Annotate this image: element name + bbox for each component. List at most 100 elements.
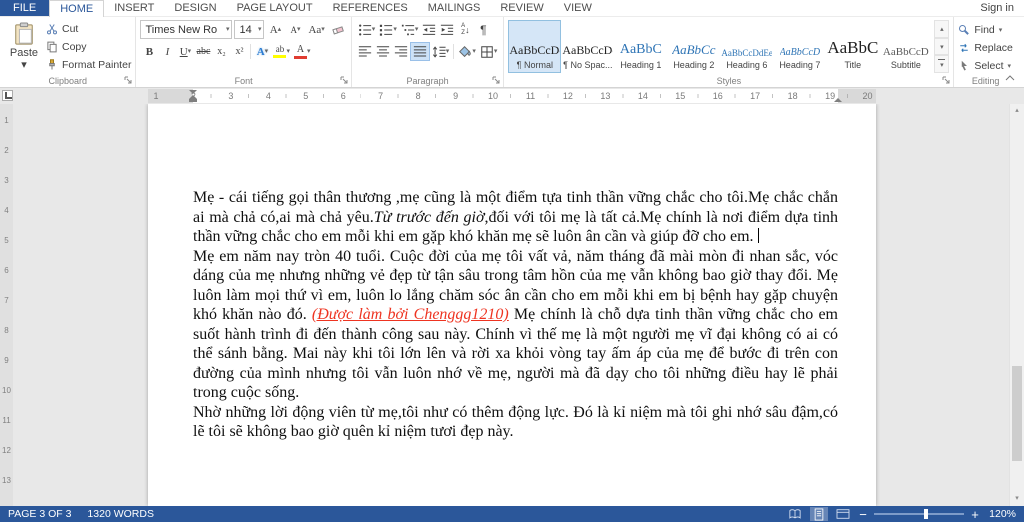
underline-button[interactable]: U ▾ [176, 42, 194, 61]
paragraph-group-label: Paragraph [406, 76, 449, 86]
format-painter-button[interactable]: Format Painter [46, 56, 131, 73]
shrink-font-button[interactable]: A ▾ [286, 20, 304, 39]
read-mode-icon [789, 509, 801, 519]
cut-button[interactable]: Cut [46, 20, 131, 37]
left-indent-marker[interactable] [189, 99, 197, 102]
zoom-in-button[interactable]: + [970, 508, 980, 521]
line-spacing-icon [432, 45, 446, 59]
styles-more-button[interactable]: ▾ [934, 55, 950, 74]
style-item-heading-2[interactable]: AaBbCc Heading 2 [667, 20, 720, 73]
page-indicator[interactable]: PAGE 3 OF 3 [8, 508, 71, 520]
dialog-launcher-icon [340, 76, 348, 84]
copy-button[interactable]: Copy [46, 38, 131, 55]
replace-button[interactable]: Replace [958, 40, 1013, 56]
scrollbar-thumb[interactable] [1012, 366, 1022, 461]
italic-button[interactable]: I [158, 42, 176, 61]
align-center-button[interactable] [374, 42, 392, 61]
clipboard-dialog-launcher[interactable] [124, 76, 133, 85]
clear-formatting-button[interactable] [329, 20, 347, 39]
text-effects-button[interactable]: A ▾ [253, 42, 271, 61]
underline-caret: ▾ [187, 47, 192, 55]
style-item-subtitle[interactable]: AaBbCcD Subtitle [879, 20, 932, 73]
align-right-button[interactable] [392, 42, 410, 61]
ruler-number: 10 [2, 386, 11, 395]
multilevel-list-button[interactable]: ▾ [399, 20, 421, 39]
document-page[interactable]: Mẹ - cái tiếng gọi thân thương ,mẹ cũng … [148, 104, 876, 506]
styles-scroll-down-button[interactable]: ▾ [934, 37, 950, 56]
collapse-ribbon-button[interactable] [1002, 72, 1018, 84]
tab-stop-selector[interactable] [2, 90, 13, 101]
numbering-button[interactable]: ▾ [377, 20, 399, 39]
tab-strip: FILE HOME INSERT DESIGN PAGE LAYOUT REFERENCE… [0, 0, 602, 17]
tab-review[interactable]: REVIEW [490, 0, 553, 16]
subscript-button[interactable]: x₂ [212, 42, 230, 61]
style-label: ¶ Normal [516, 60, 554, 70]
show-formatting-marks-button[interactable]: ¶ [474, 20, 492, 39]
tab-insert[interactable]: INSERT [104, 0, 164, 16]
paste-button[interactable]: Paste ▾ [4, 20, 44, 74]
font-size-combo[interactable]: 14 ▾ [234, 20, 265, 39]
style-item-normal[interactable]: AaBbCcDc ¶ Normal [508, 20, 562, 73]
line-spacing-button[interactable]: ▾ [430, 42, 452, 61]
format-painter-label: Format Painter [62, 58, 132, 71]
style-preview: AaBbCcDdEe [721, 48, 773, 58]
styles-dialog-launcher[interactable] [942, 76, 951, 85]
paragraph-dialog-launcher[interactable] [492, 76, 501, 85]
text-highlight-button[interactable]: ab ▾ [271, 42, 292, 61]
style-label: Heading 2 [673, 60, 715, 70]
styles-more-icon: ▾ [940, 62, 944, 70]
zoom-level[interactable]: 120% [986, 508, 1016, 520]
sign-in[interactable]: Sign in [980, 0, 1014, 16]
zoom-slider-thumb[interactable] [923, 509, 928, 519]
style-item-no-spac[interactable]: AaBbCcDc ¶ No Spac... [561, 20, 614, 73]
style-preview: AaBbC [827, 38, 879, 57]
borders-caret: ▾ [493, 48, 498, 55]
right-indent-marker[interactable] [834, 98, 842, 102]
style-item-heading-1[interactable]: AaBbC Heading 1 [614, 20, 667, 73]
chevron-up-icon [1005, 75, 1015, 81]
style-item-heading-7[interactable]: AaBbCcD Heading 7 [773, 20, 826, 73]
vertical-scrollbar[interactable]: ▴ ▾ [1009, 104, 1024, 506]
tab-references[interactable]: REFERENCES [323, 0, 418, 16]
font-dialog-launcher[interactable] [340, 76, 349, 85]
tab-design[interactable]: DESIGN [164, 0, 226, 16]
word-count[interactable]: 1320 WORDS [87, 508, 154, 520]
tab-view[interactable]: VIEW [554, 0, 602, 16]
justify-button[interactable] [409, 42, 430, 61]
font-color-button[interactable]: A ▾ [292, 42, 313, 61]
scroll-down-arrow[interactable]: ▾ [1010, 492, 1024, 506]
tab-mailings[interactable]: MAILINGS [418, 0, 491, 16]
font-name-value: Times New Ro [145, 23, 218, 36]
tab-file[interactable]: FILE [0, 0, 50, 16]
change-case-button[interactable]: Aa ▾ [306, 20, 326, 39]
borders-button[interactable]: ▾ [478, 42, 500, 61]
print-layout-button[interactable] [810, 507, 828, 521]
bold-button[interactable]: B [140, 42, 158, 61]
read-mode-button[interactable] [786, 507, 804, 521]
increase-indent-button[interactable] [438, 20, 456, 39]
decrease-indent-button[interactable] [420, 20, 438, 39]
grow-font-button[interactable]: A ▴ [266, 20, 284, 39]
document-text[interactable]: Mẹ - cái tiếng gọi thân thương ,mẹ cũng … [193, 188, 838, 442]
styles-scroll-up-button[interactable]: ▴ [934, 20, 950, 38]
scroll-up-arrow[interactable]: ▴ [1010, 104, 1024, 118]
superscript-button[interactable]: x² [230, 42, 248, 61]
sort-button[interactable]: AZ ↓ [456, 20, 474, 39]
tab-home[interactable]: HOME [49, 0, 105, 17]
tab-page-layout[interactable]: PAGE LAYOUT [227, 0, 323, 16]
find-button[interactable]: Find ▾ [958, 22, 1013, 38]
ruler-number: 17 [750, 91, 761, 101]
bullets-button[interactable]: ▾ [356, 20, 378, 39]
style-label: Heading 7 [779, 60, 821, 70]
strikethrough-button[interactable]: abc [194, 42, 212, 61]
zoom-slider[interactable] [874, 509, 964, 519]
font-name-combo[interactable]: Times New Ro ▾ [140, 20, 233, 39]
style-item-title[interactable]: AaBbC Title [826, 20, 879, 73]
first-line-indent-marker[interactable] [189, 90, 197, 94]
align-left-button[interactable] [356, 42, 374, 61]
style-item-heading-6[interactable]: AaBbCcDdEe Heading 6 [720, 20, 773, 73]
zoom-out-button[interactable]: − [858, 508, 868, 521]
ruler-number: 7 [4, 296, 9, 305]
shading-button[interactable]: ▾ [456, 42, 478, 61]
web-layout-button[interactable] [834, 507, 852, 521]
